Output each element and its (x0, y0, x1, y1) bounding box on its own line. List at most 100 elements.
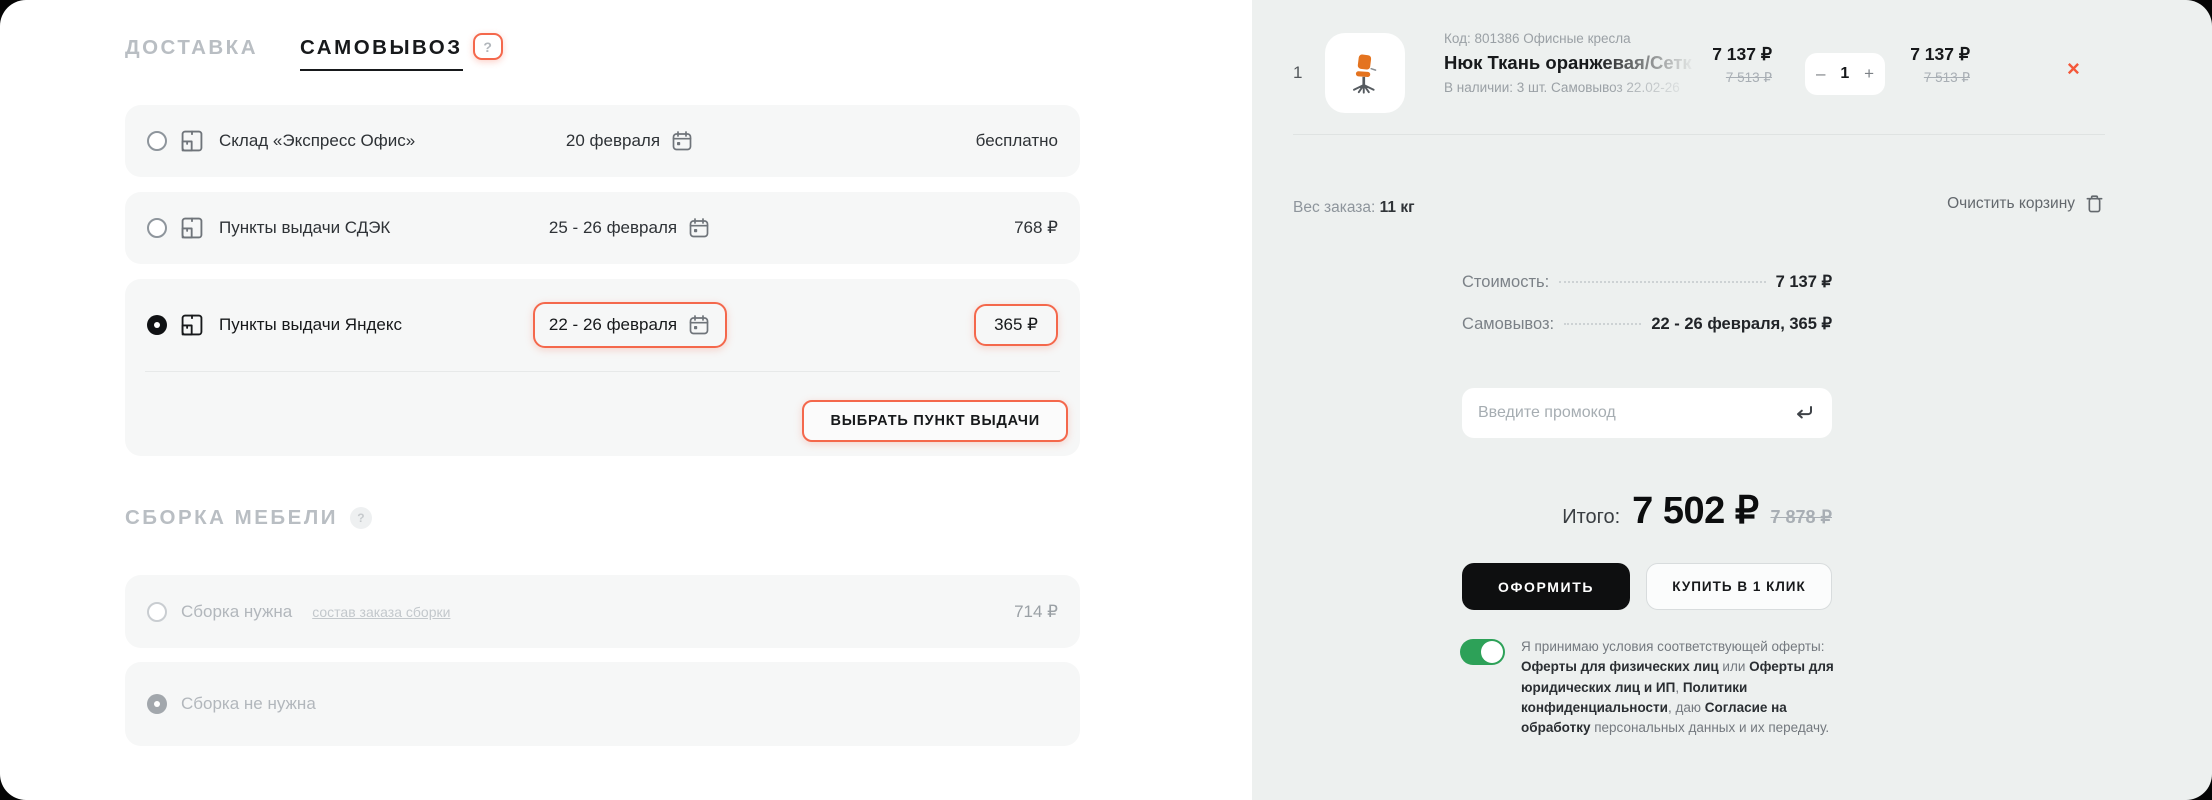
line-total: 7 137 ₽ (1910, 44, 1970, 64)
toggle-knob (1481, 641, 1503, 663)
legal-segment: персональных данных и их передачу. (1590, 720, 1830, 735)
legal-segment: Я принимаю условия соответствующей оферт… (1521, 639, 1825, 654)
assembly-help-badge[interactable]: ? (349, 507, 372, 529)
cart-item-unit-price: 7 137 ₽ 7 513 ₽ (1672, 44, 1772, 86)
checkout-screen: ДОСТАВКА САМОВЫВОЗ ? Склад «Экспресс Офи… (0, 0, 2212, 800)
promo-code-box (1462, 388, 1832, 438)
legal-segment: или (1718, 659, 1750, 675)
assembly-option-label: Сборка не нужна (181, 694, 316, 713)
checkout-button[interactable]: ОФОРМИТЬ (1462, 563, 1630, 610)
dotted-leader (1564, 323, 1642, 325)
radio-yandex[interactable] (147, 315, 167, 335)
total-value: 7 502 ₽ (1632, 490, 1759, 532)
line-old-total: 7 513 ₽ (1923, 70, 1970, 85)
calendar-icon (689, 315, 709, 335)
remove-item-button[interactable]: × (2067, 58, 2080, 80)
trash-icon (2086, 195, 2103, 213)
cta-buttons: ОФОРМИТЬ КУПИТЬ В 1 КЛИК (1462, 563, 1832, 610)
summary-label: Стоимость: (1462, 273, 1550, 291)
cart-item-title[interactable]: Нюк Ткань оранжевая/Сетк (1444, 52, 1706, 74)
calendar-icon (672, 131, 692, 151)
tab-delivery[interactable]: ДОСТАВКА (125, 36, 258, 69)
delivery-date: 22 - 26 февраля (548, 315, 678, 334)
legal-consent: Я принимаю условия соответствующей оферт… (1460, 637, 1852, 738)
delivery-date-group: 22 - 26 февраля (465, 302, 795, 348)
legal-segment: , даю (1667, 699, 1705, 715)
cart-item-stock: В наличии: 3 шт. Самовывоз 22.02-26 (1444, 80, 1680, 95)
clear-cart-button[interactable]: Очистить корзину (1947, 193, 2105, 214)
delivery-panel: ДОСТАВКА САМОВЫВОЗ ? Склад «Экспресс Офи… (0, 0, 1252, 800)
assembly-option-row: Сборка нужна состав заказа сборки 714 ₽ (125, 575, 1080, 648)
delivery-option-row: Склад «Экспресс Офис» 20 февраля бесплат… (125, 105, 1080, 177)
order-summary: Стоимость: 7 137 ₽ Самовывоз: 22 - 26 фе… (1462, 272, 1832, 356)
warehouse-icon (181, 217, 203, 239)
card-divider (145, 371, 1060, 372)
order-weight: Вес заказа: 11 кг (1293, 199, 1415, 217)
radio-cdek[interactable] (147, 218, 167, 238)
summary-row-cost: Стоимость: 7 137 ₽ (1462, 272, 1832, 294)
radio-assembly-needed[interactable] (147, 601, 167, 622)
order-total: Итого: 7 502 ₽ 7 878 ₽ (1462, 488, 1832, 533)
assembly-order-contents-link[interactable]: состав заказа сборки (312, 604, 450, 620)
tab-pickup[interactable]: САМОВЫВОЗ (300, 36, 463, 71)
cart-item-info: Код: 801386 Офисные кресла Нюк Ткань ора… (1444, 31, 1706, 95)
dotted-leader (1559, 281, 1766, 283)
delivery-option-yandex[interactable]: Пункты выдачи Яндекс 22 - 26 февраля 365… (125, 279, 1080, 456)
delivery-date-group: 20 февраля (465, 129, 795, 153)
cart-panel: 1 Код: 801386 Офисные кресла Нюк Ткань о… (1252, 0, 2212, 800)
delivery-option-warehouse[interactable]: Склад «Экспресс Офис» 20 февраля бесплат… (125, 105, 1080, 177)
warehouse-icon (181, 130, 203, 152)
assembly-title-text: СБОРКА МЕБЕЛИ (125, 506, 338, 529)
total-label: Итого: (1562, 506, 1621, 528)
cart-item-image[interactable] (1325, 33, 1405, 113)
delivery-option-label: Пункты выдачи Яндекс (219, 315, 402, 334)
delivery-option-label: Пункты выдачи СДЭК (219, 218, 391, 237)
assembly-option-needed[interactable]: Сборка нужна состав заказа сборки 714 ₽ (125, 575, 1080, 648)
delivery-date-picker[interactable]: 22 - 26 февраля (532, 302, 728, 348)
delivery-price: 768 ₽ (1014, 218, 1058, 237)
delivery-date-group: 25 - 26 февраля (465, 216, 795, 240)
delivery-price: 365 ₽ (974, 304, 1058, 346)
clear-cart-label: Очистить корзину (1947, 194, 2075, 212)
summary-value: 7 137 ₽ (1775, 273, 1832, 291)
cart-item-total-price: 7 137 ₽ 7 513 ₽ (1870, 44, 1970, 86)
total-old-value: 7 878 ₽ (1770, 507, 1833, 527)
summary-label: Самовывоз: (1462, 315, 1555, 333)
unit-old-price: 7 513 ₽ (1725, 70, 1772, 85)
choose-pickup-point-button[interactable]: ВЫБРАТЬ ПУНКТ ВЫДАЧИ (802, 400, 1068, 442)
pickup-help-badge[interactable]: ? (472, 33, 503, 60)
cart-item-code: Код: 801386 Офисные кресла (1444, 31, 1631, 46)
delivery-price: бесплатно (975, 131, 1058, 150)
delivery-option-row: Пункты выдачи Яндекс 22 - 26 февраля 365… (125, 279, 1080, 371)
qty-value: 1 (1840, 65, 1850, 82)
delivery-option-row: Пункты выдачи СДЭК 25 - 26 февраля 768 ₽ (125, 192, 1080, 264)
cart-divider (1293, 134, 2105, 135)
one-click-buy-button[interactable]: КУПИТЬ В 1 КЛИК (1646, 563, 1832, 610)
enter-icon[interactable] (1792, 401, 1816, 425)
radio-warehouse[interactable] (147, 131, 167, 151)
legal-text: Я принимаю условия соответствующей оферт… (1521, 637, 1839, 738)
assembly-option-label: Сборка нужна (181, 601, 293, 621)
delivery-tabs: ДОСТАВКА САМОВЫВОЗ ? (125, 33, 503, 71)
delivery-option-label: Склад «Экспресс Офис» (219, 131, 416, 150)
consent-toggle[interactable] (1460, 639, 1505, 665)
cart-item-index: 1 (1293, 63, 1303, 82)
assembly-price: 714 ₽ (1014, 601, 1058, 621)
weight-label: Вес заказа: (1293, 199, 1376, 216)
assembly-option-not-needed[interactable]: Сборка не нужна (125, 662, 1080, 746)
summary-row-pickup: Самовывоз: 22 - 26 февраля, 365 ₽ (1462, 314, 1832, 336)
assembly-section-title: СБОРКА МЕБЕЛИ ? (125, 506, 372, 530)
offer-individuals-link[interactable]: Оферты для физических лиц (1521, 659, 1719, 674)
weight-value: 11 кг (1379, 199, 1415, 216)
radio-assembly-not-needed[interactable] (147, 694, 167, 714)
office-chair-image (1353, 53, 1377, 94)
qty-minus-button[interactable]: – (1816, 64, 1825, 84)
delivery-price-group: 365 ₽ (795, 304, 1058, 346)
promo-input[interactable] (1478, 404, 1792, 422)
delivery-option-cdek[interactable]: Пункты выдачи СДЭК 25 - 26 февраля 768 ₽ (125, 192, 1080, 264)
delivery-date: 20 февраля (565, 131, 661, 150)
summary-value: 22 - 26 февраля, 365 ₽ (1651, 315, 1832, 333)
legal-segment: , (1675, 679, 1683, 695)
warehouse-icon (181, 314, 203, 336)
assembly-option-row: Сборка не нужна (125, 662, 1080, 746)
